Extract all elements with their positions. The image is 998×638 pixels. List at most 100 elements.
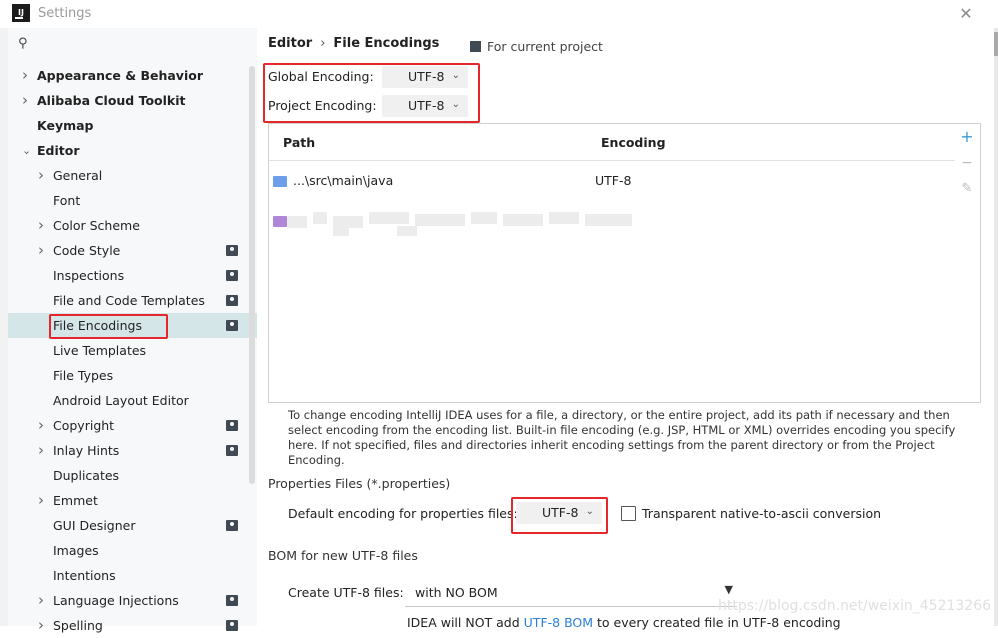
sidebar-item-inlay-hints[interactable]: › Inlay Hints [8,438,257,463]
sidebar-item-images[interactable]: Images [8,538,257,563]
table-toolbar: + − ✎ [955,123,981,403]
chevron-right-icon[interactable]: › [38,413,44,438]
project-scope-icon [226,320,238,331]
bom-note-suffix: to every created file in UTF-8 encoding [593,615,841,630]
search-icon[interactable]: ⚲ [18,36,28,51]
project-scope-icon [226,445,238,456]
sidebar-item-label: File Encodings [53,318,143,333]
sidebar-item-keymap[interactable]: Keymap [8,113,257,138]
for-project-label: For current project [487,39,603,54]
sidebar-item-emmet[interactable]: › Emmet [8,488,257,513]
sidebar-scrollbar[interactable] [249,66,255,484]
sidebar-item-inspections[interactable]: Inspections [8,263,257,288]
bom-note: IDEA will NOT add UTF-8 BOM to every cre… [407,615,841,630]
sidebar-item-label: Language Injections [53,593,179,608]
window-edge-tab [994,32,998,56]
sidebar-item-label: Inspections [53,268,125,283]
project-encoding-label: Project Encoding: [268,98,377,113]
global-encoding-select[interactable]: UTF-8 ⌄ [382,66,468,88]
project-scope-icon [226,245,238,256]
chevron-right-icon[interactable]: › [38,488,44,513]
breadcrumb-parent[interactable]: Editor [268,36,312,51]
close-icon[interactable]: ✕ [958,4,974,23]
create-utf8-label: Create UTF-8 files: [288,585,404,600]
remove-icon[interactable]: − [960,156,974,170]
table-row-path[interactable]: ...\src\main\java [293,173,393,188]
sidebar-item-font[interactable]: Font [8,188,257,213]
chevron-right-icon[interactable]: › [22,63,28,88]
sidebar-item-label: Editor [37,143,80,158]
sidebar-item-label: Keymap [37,118,94,133]
sidebar-item-label: Intentions [53,568,116,583]
bom-note-prefix: IDEA will NOT add [407,615,524,630]
chevron-down-icon[interactable]: ⌄ [22,138,31,163]
sidebar-item-duplicates[interactable]: Duplicates [8,463,257,488]
project-scope-icon [226,295,238,306]
column-header-encoding[interactable]: Encoding [601,135,666,150]
sidebar-item-general[interactable]: › General [8,163,257,188]
sidebar-item-file-types[interactable]: File Types [8,363,257,388]
sidebar-item-copyright[interactable]: › Copyright [8,413,257,438]
sidebar-item-label: Code Style [53,243,121,258]
sidebar-item-appearance-behavior[interactable]: › Appearance & Behavior [8,63,257,88]
transparent-conversion-checkbox[interactable] [621,506,636,521]
sidebar-item-editor[interactable]: ⌄ Editor [8,138,257,163]
help-text: To change encoding IntelliJ IDEA uses fo… [288,408,956,467]
app-logo-icon: IJ [12,4,30,22]
chevron-down-icon: ⌄ [451,70,460,81]
sidebar-item-label: General [53,168,103,183]
blurred-row[interactable] [287,212,632,238]
breadcrumb-current: File Encodings [333,36,440,51]
sidebar-item-label: Android Layout Editor [53,393,189,408]
global-encoding-label: Global Encoding: [268,69,374,84]
breadcrumb: Editor › File Encodings [268,36,439,51]
sidebar-item-label: File Types [53,368,114,383]
sidebar-item-color-scheme[interactable]: › Color Scheme [8,213,257,238]
column-header-path[interactable]: Path [283,135,315,150]
chevron-right-icon[interactable]: › [38,438,44,463]
folder-icon [273,176,287,187]
project-scope-icon [226,420,238,431]
sidebar-item-live-templates[interactable]: Live Templates [8,338,257,363]
sidebar-item-label: File and Code Templates [53,293,205,308]
default-properties-encoding-label: Default encoding for properties files: [288,506,518,521]
path-encoding-table: Path Encoding ...\src\main\java UTF-8 [268,123,957,403]
project-encoding-select[interactable]: UTF-8 ⌄ [382,95,468,117]
sidebar-item-code-style[interactable]: › Code Style [8,238,257,263]
table-row-encoding[interactable]: UTF-8 [595,173,631,188]
transparent-conversion-label[interactable]: Transparent native-to-ascii conversion [642,506,881,521]
sidebar-item-label: Color Scheme [53,218,140,233]
project-scope-icon [226,270,238,281]
window-title: Settings [38,6,92,21]
properties-section-title: Properties Files (*.properties) [268,476,451,491]
properties-encoding-value: UTF-8 [542,505,579,520]
chevron-down-icon: ⌄ [451,99,460,110]
chevron-right-icon[interactable]: › [38,238,44,263]
bom-select-value: with NO BOM [415,585,498,600]
sidebar-item-android-layout-editor[interactable]: Android Layout Editor [8,388,257,413]
sidebar-item-language-injections[interactable]: › Language Injections [8,588,257,613]
sidebar-item-label: Images [53,543,99,558]
sidebar-item-file-and-code-templates[interactable]: File and Code Templates [8,288,257,313]
chevron-right-icon[interactable]: › [38,588,44,613]
utf8-bom-link[interactable]: UTF-8 BOM [524,615,593,630]
chevron-right-icon[interactable]: › [38,163,44,188]
breadcrumb-separator: › [320,36,326,51]
for-current-project-note: For current project [470,39,603,54]
bom-select[interactable]: with NO BOM ▼ [405,580,737,607]
sidebar-item-gui-designer[interactable]: GUI Designer [8,513,257,538]
edit-icon[interactable]: ✎ [960,182,974,196]
properties-encoding-select[interactable]: UTF-8 ⌄ [516,502,602,524]
chevron-right-icon[interactable]: › [38,213,44,238]
module-folder-icon [273,216,287,227]
window-border-left [0,28,8,626]
chevron-right-icon[interactable]: › [22,88,28,113]
bom-section-title: BOM for new UTF-8 files [268,548,418,563]
project-scope-icon [226,520,238,531]
add-icon[interactable]: + [960,129,974,145]
sidebar-item-label: GUI Designer [53,518,136,533]
sidebar-item-file-encodings[interactable]: File Encodings [8,313,257,338]
sidebar-item-alibaba-cloud-toolkit[interactable]: › Alibaba Cloud Toolkit [8,88,257,113]
sidebar-item-intentions[interactable]: Intentions [8,563,257,588]
sidebar-item-label: Duplicates [53,468,120,483]
